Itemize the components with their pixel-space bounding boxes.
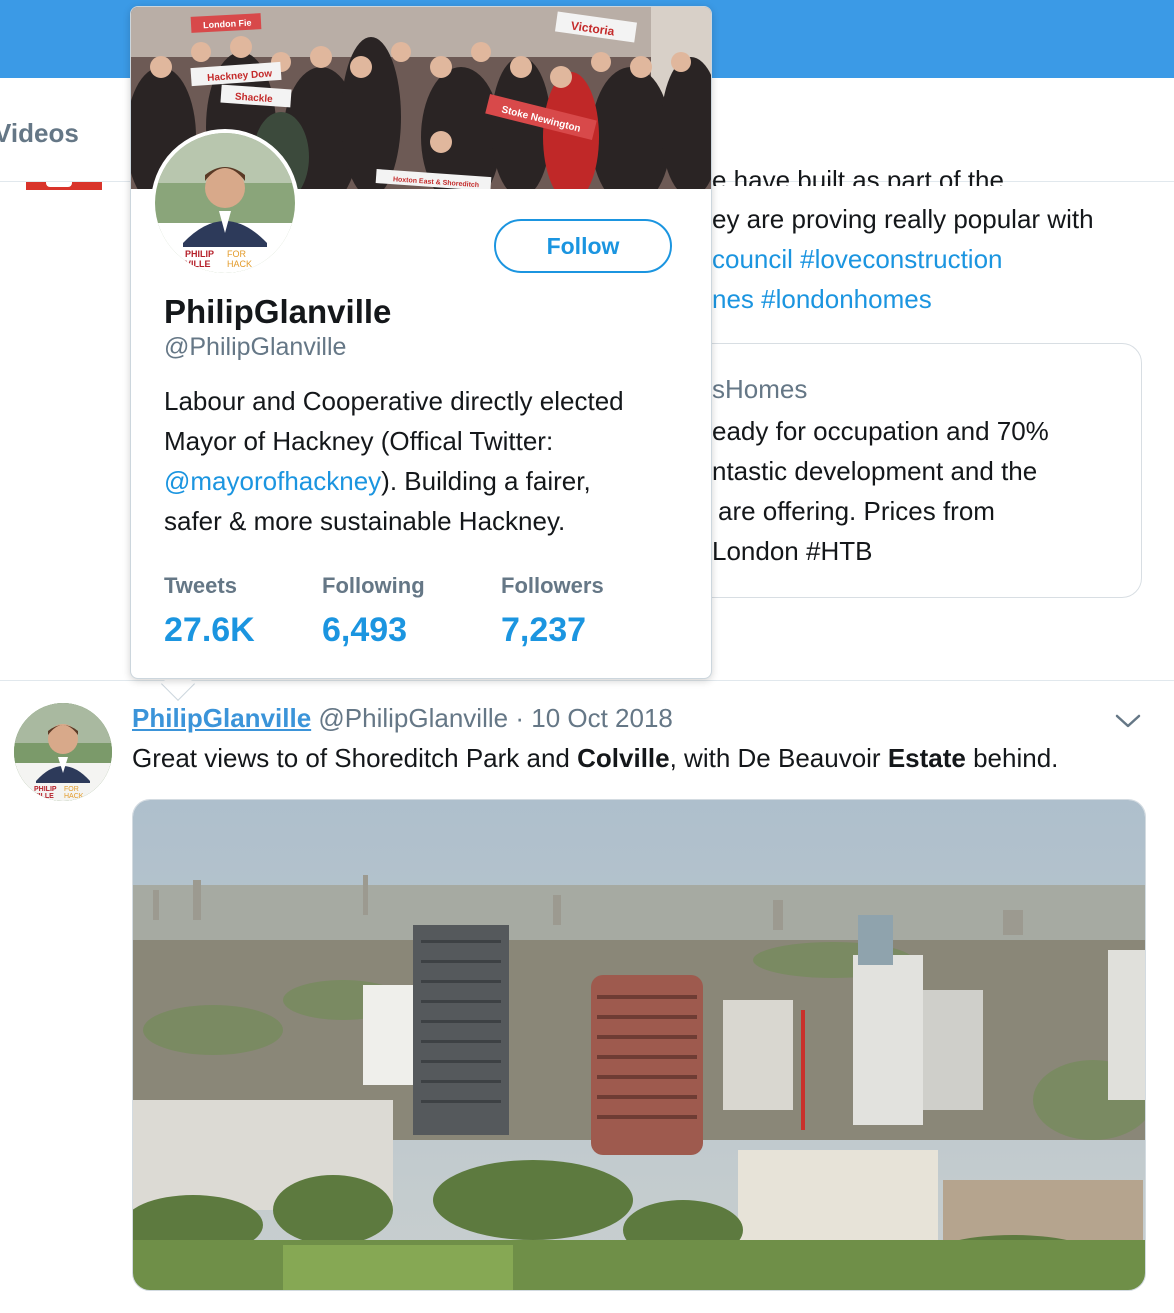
tweet-text: Great views to of Shoreditch Park and Co… (132, 742, 1058, 774)
quoted-tweet-text-line: ntastic development and the (712, 456, 1038, 486)
stat-value: 7,237 (501, 611, 587, 649)
tweet-header: PhilipGlanville @PhilipGlanville · 10 Oc… (132, 702, 673, 734)
background-tweet-hashtags[interactable]: nes #londonhomes (712, 283, 932, 315)
quoted-tweet-text-line: London #HTB (712, 536, 873, 566)
stat-label: Tweets (164, 573, 237, 598)
stat-label: Followers (501, 573, 604, 598)
profile-bio-line: Labour and Cooperative directly elected (164, 386, 624, 416)
tweet-text-highlight: Estate (887, 743, 966, 773)
profile-name[interactable]: PhilipGlanville (164, 293, 391, 331)
stat-following[interactable]: Following 6,493 (322, 573, 425, 650)
chevron-down-icon[interactable] (1113, 710, 1143, 732)
tweet-separator: · (515, 703, 524, 733)
tweet-author-name[interactable]: PhilipGlanville (132, 703, 311, 733)
stat-value: 6,493 (322, 611, 408, 649)
background-tweet-hashtags[interactable]: council #loveconstruction (712, 243, 1003, 275)
tweet-photo-london-skyline[interactable] (132, 799, 1146, 1291)
stat-label: Following (322, 573, 425, 598)
svg-text:PHILIP: PHILIP (185, 249, 214, 259)
profile-bio-line: @mayorofhackney). Building a fairer, (164, 465, 591, 497)
quoted-tweet-source: sHomes (712, 374, 808, 404)
stat-value: 27.6K (164, 611, 255, 649)
svg-text:VILLE: VILLE (185, 259, 211, 269)
tab-videos[interactable]: Videos (0, 118, 79, 149)
tweet-timestamp[interactable]: 10 Oct 2018 (531, 703, 673, 733)
profile-bio-line: Mayor of Hackney (Offical Twitter: (164, 426, 554, 456)
svg-text:PHILIP: PHILIP (34, 786, 57, 793)
tweet-author-handle[interactable]: @PhilipGlanville (318, 703, 508, 733)
svg-text:FOR: FOR (227, 249, 246, 259)
profile-bio-line: safer & more sustainable Hackney. (164, 506, 566, 536)
tweet-text-part: behind. (965, 743, 1059, 773)
tweet-text-part: , with De Beauvoir (669, 743, 888, 773)
profile-handle[interactable]: @PhilipGlanville (164, 333, 346, 362)
tweet-text-highlight: Colville (577, 743, 670, 773)
quoted-tweet-text-line: eady for occupation and 70% (712, 416, 1049, 446)
profile-bio-text: ). Building a fairer, (381, 466, 591, 496)
quoted-tweet-text-line: are offering. Prices from (718, 496, 995, 526)
profile-hover-card: Victoria Hackney Dow Shackle Stoke Newin… (130, 6, 712, 679)
stat-tweets[interactable]: Tweets 27.6K (164, 573, 255, 650)
bio-mention-link[interactable]: @mayorofhackney (164, 466, 381, 496)
svg-text:FOR: FOR (64, 786, 79, 793)
tweet-author-avatar[interactable]: PHILIP FOR VILLE HACK (14, 703, 112, 801)
follow-button[interactable]: Follow (494, 219, 672, 273)
background-tweet-text-line: e have built as part of the (712, 165, 1004, 186)
profile-avatar[interactable]: PHILIP FOR VILLE HACK (151, 129, 299, 277)
background-tweet-text-line: ey are proving really popular with (712, 204, 1094, 234)
stat-followers[interactable]: Followers 7,237 (501, 573, 604, 650)
background-tweet-avatar[interactable] (26, 182, 102, 190)
tweet-text-part: Great views to of Shoreditch Park and (132, 743, 578, 773)
svg-text:HACK: HACK (227, 259, 252, 269)
